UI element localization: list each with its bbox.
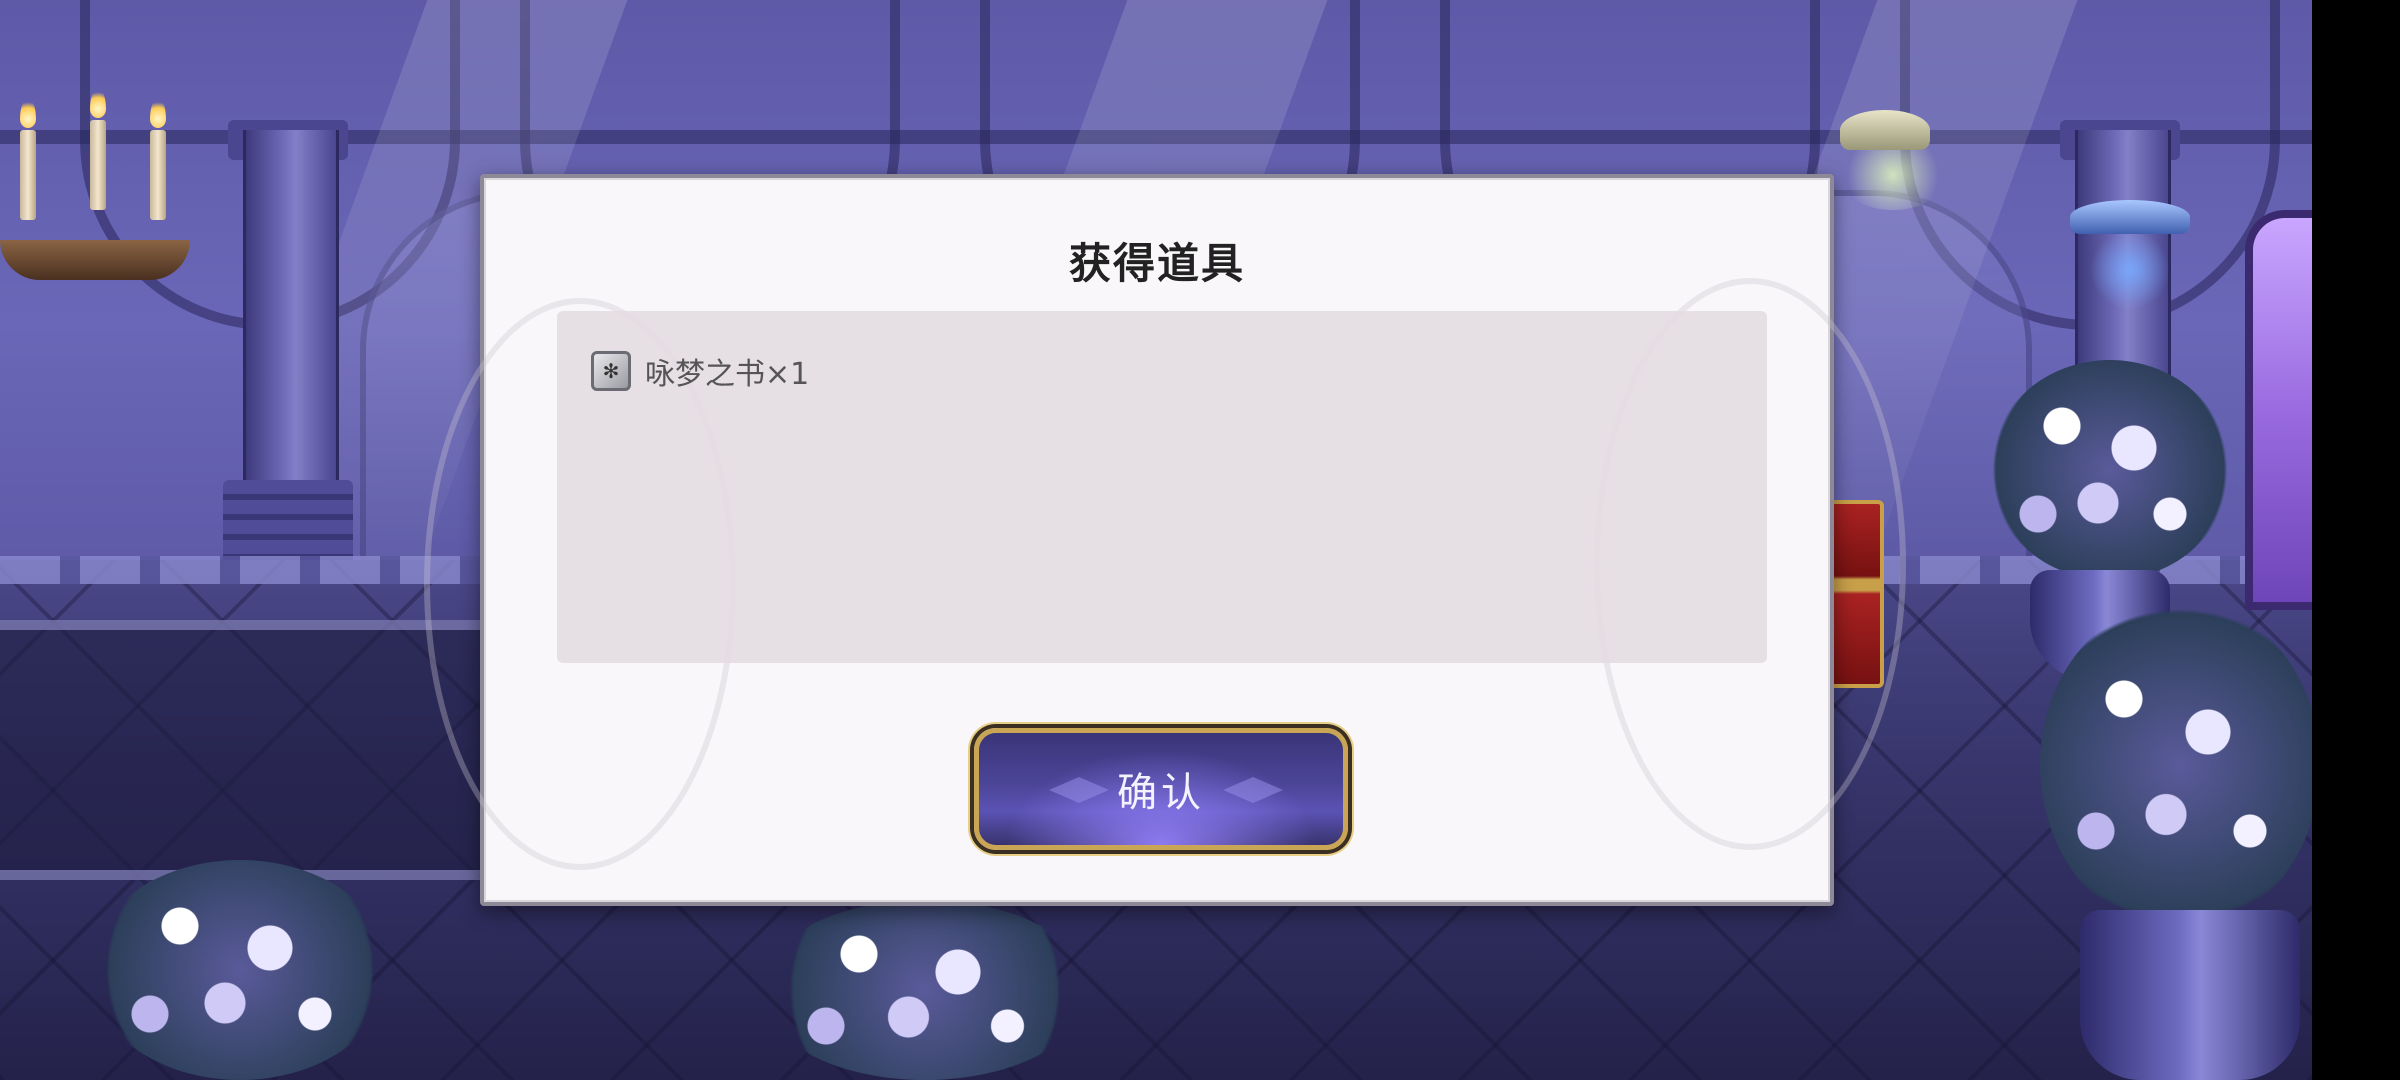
vase xyxy=(2080,910,2300,1080)
confirm-label: 确认 xyxy=(1117,770,1205,816)
flower-bouquet xyxy=(760,900,1090,1080)
dialog-title: 获得道具 xyxy=(1068,239,1245,288)
diamond-ornament xyxy=(1049,777,1109,803)
reward-list-panel: 咏梦之书×1 xyxy=(557,311,1767,663)
flower-bouquet xyxy=(2040,600,2312,930)
lamp-glow xyxy=(2090,230,2170,310)
screen-edge xyxy=(2312,0,2400,1080)
flower-bouquet xyxy=(1990,360,2230,580)
reward-dialog: 获得道具 咏梦之书×1 确认 xyxy=(424,174,1906,906)
stained-window xyxy=(2245,210,2312,610)
chandelier xyxy=(0,40,200,340)
book-icon xyxy=(591,351,631,391)
confirm-button[interactable]: 确认 xyxy=(974,728,1348,850)
hanging-lamp xyxy=(2070,200,2190,234)
reward-item: 咏梦之书×1 xyxy=(591,349,809,393)
lamp-glow xyxy=(1838,140,1948,210)
reward-item-label: 咏梦之书×1 xyxy=(645,357,810,392)
flower-bouquet xyxy=(90,860,390,1080)
hanging-lamp xyxy=(1840,110,1930,150)
diamond-ornament xyxy=(1223,777,1283,803)
